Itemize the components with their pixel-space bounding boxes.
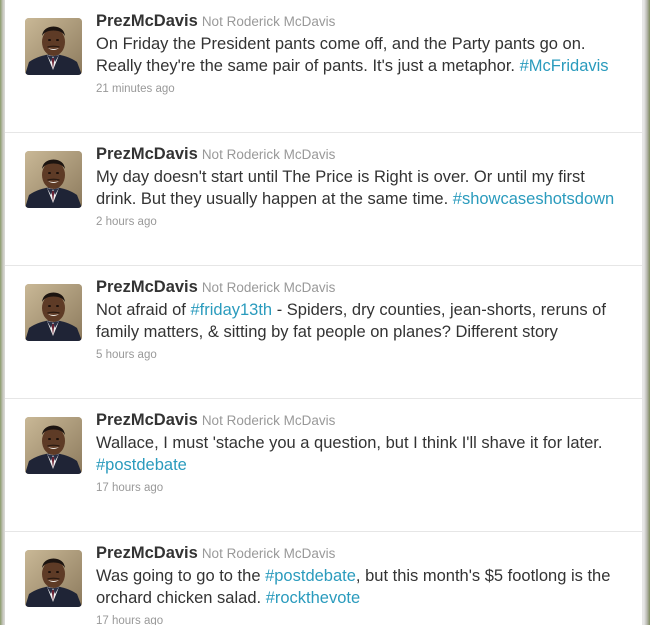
timestamp-link[interactable]: 2 hours ago: [96, 214, 622, 230]
tweet-text-segment: Was going to go to the: [96, 567, 266, 585]
tweet-content: PrezMcDavis Not Roderick McDavis On Frida…: [96, 10, 622, 97]
profile-photo-icon[interactable]: [25, 550, 82, 607]
tweet-text-segment: On Friday the President pants come off, …: [96, 35, 586, 75]
tweet-timeline: PrezMcDavis Not Roderick McDavis On Frida…: [5, 0, 642, 625]
tweet-text: Wallace, I must 'stache you a question, …: [96, 432, 622, 476]
full-name: Not Roderick McDavis: [201, 280, 336, 295]
tweet-text: Was going to go to the #postdebate, but …: [96, 565, 622, 609]
tweet-header: PrezMcDavis Not Roderick McDavis: [96, 409, 622, 432]
full-name: Not Roderick McDavis: [201, 413, 336, 428]
hashtag-link[interactable]: #McFridavis: [520, 57, 609, 75]
tweet-content: PrezMcDavis Not Roderick McDavis Wallace,…: [96, 409, 622, 496]
tweet-text-segment: Wallace, I must 'stache you a question, …: [96, 434, 603, 452]
full-name: Not Roderick McDavis: [201, 147, 336, 162]
timestamp-link[interactable]: 17 hours ago: [96, 480, 622, 496]
profile-photo-icon[interactable]: [25, 417, 82, 474]
tweet-content: PrezMcDavis Not Roderick McDavis Was goin…: [96, 542, 622, 625]
tweet-header: PrezMcDavis Not Roderick McDavis: [96, 542, 622, 565]
tweet-2[interactable]: PrezMcDavis Not Roderick McDavis My day d…: [5, 133, 642, 266]
hashtag-link[interactable]: #postdebate: [265, 567, 356, 585]
full-name: Not Roderick McDavis: [201, 14, 336, 29]
hashtag-link[interactable]: #showcaseshotsdown: [453, 190, 614, 208]
hashtag-link[interactable]: #postdebate: [96, 456, 187, 474]
timestamp-link[interactable]: 5 hours ago: [96, 347, 622, 363]
screen-name-link[interactable]: PrezMcDavis: [96, 544, 198, 562]
hashtag-link[interactable]: #rockthevote: [266, 589, 360, 607]
tweet-header: PrezMcDavis Not Roderick McDavis: [96, 143, 622, 166]
profile-photo-icon[interactable]: [25, 284, 82, 341]
tweet-text-segment: Not afraid of: [96, 301, 191, 319]
screenshot-page: PrezMcDavis Not Roderick McDavis On Frida…: [0, 0, 650, 625]
tweet-text: On Friday the President pants come off, …: [96, 33, 622, 77]
timestamp-link[interactable]: 17 hours ago: [96, 613, 622, 625]
tweet-text: Not afraid of #friday13th - Spiders, dry…: [96, 299, 622, 343]
tweet-header: PrezMcDavis Not Roderick McDavis: [96, 10, 622, 33]
timestamp-link[interactable]: 21 minutes ago: [96, 81, 622, 97]
tweet-header: PrezMcDavis Not Roderick McDavis: [96, 276, 622, 299]
screen-name-link[interactable]: PrezMcDavis: [96, 278, 198, 296]
tweet-text: My day doesn't start until The Price is …: [96, 166, 622, 210]
hashtag-link[interactable]: #friday13th: [190, 301, 272, 319]
screen-name-link[interactable]: PrezMcDavis: [96, 145, 198, 163]
tweet-content: PrezMcDavis Not Roderick McDavis Not afra…: [96, 276, 622, 363]
profile-photo-icon[interactable]: [25, 151, 82, 208]
profile-photo-icon[interactable]: [25, 18, 82, 75]
full-name: Not Roderick McDavis: [201, 546, 336, 561]
tweet-5[interactable]: PrezMcDavis Not Roderick McDavis Was goin…: [5, 532, 642, 625]
tweet-3[interactable]: PrezMcDavis Not Roderick McDavis Not afra…: [5, 266, 642, 399]
screen-name-link[interactable]: PrezMcDavis: [96, 411, 198, 429]
tweet-4[interactable]: PrezMcDavis Not Roderick McDavis Wallace,…: [5, 399, 642, 532]
tweet-1[interactable]: PrezMcDavis Not Roderick McDavis On Frida…: [5, 0, 642, 133]
tweet-content: PrezMcDavis Not Roderick McDavis My day d…: [96, 143, 622, 230]
screen-name-link[interactable]: PrezMcDavis: [96, 12, 198, 30]
